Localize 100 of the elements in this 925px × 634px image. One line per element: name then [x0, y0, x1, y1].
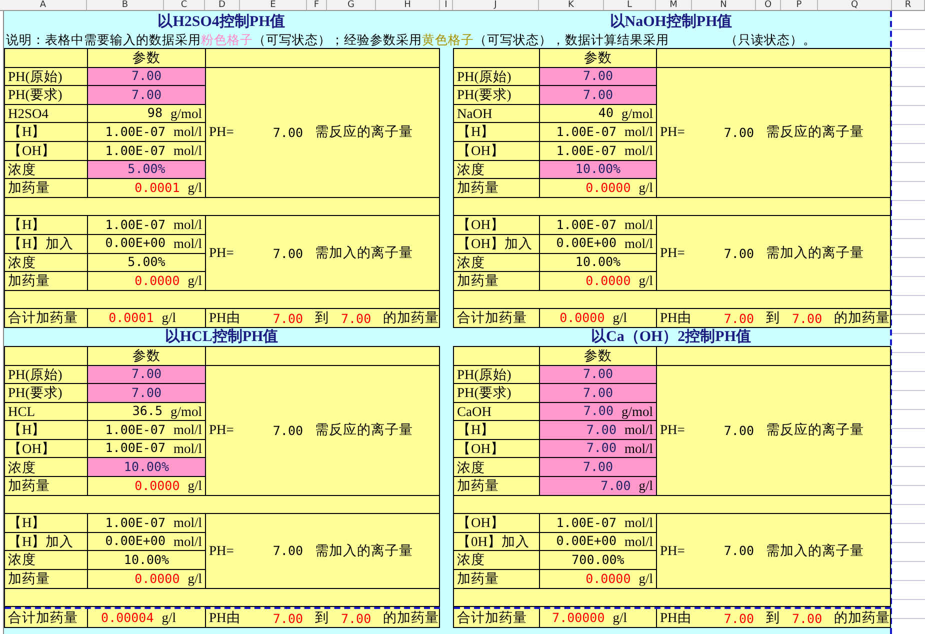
sheet-title: 以NaOH控制PH值: [608, 12, 734, 30]
sheet-title: 以Ca（OH）2控制PH值: [590, 327, 752, 346]
table-cell: 1.00E-07 mol/l: [540, 514, 657, 533]
ph-value: 7.00: [272, 543, 303, 558]
table-cell: 0.00E+00 mol/l: [88, 532, 206, 552]
column-header[interactable]: D: [205, 0, 240, 10]
table-cell: 1.00E-07 mol/l: [540, 216, 657, 235]
ph-value: 7.00: [792, 610, 822, 626]
cell-note: 的加药量: [834, 609, 890, 628]
formula-label: PH=: [660, 542, 686, 559]
table-cell: 0.0000 g/l: [88, 272, 206, 291]
row-label: 【H】: [454, 123, 540, 142]
table-cell: 0.0000 g/l: [540, 570, 657, 589]
table-cell: 1.00E-07 mol/l: [88, 123, 206, 142]
column-header[interactable]: M: [656, 0, 692, 10]
row-label: HCL: [5, 402, 88, 422]
formula-label: PH=: [209, 542, 235, 559]
table-cell: 0.0001 g/l: [88, 179, 206, 198]
column-header[interactable]: I: [440, 0, 453, 10]
row-label: 合计加药量: [454, 309, 540, 328]
row-label: 【OH】: [454, 216, 540, 235]
cell-note: 需反应的离子量: [766, 123, 864, 142]
table-cell: 0.00004 g/l: [88, 609, 206, 628]
table-cell[interactable]: 7.00: [88, 86, 206, 105]
column-header[interactable]: B: [87, 0, 164, 10]
row-label: 【H】: [5, 421, 88, 440]
table-cell[interactable]: 7.00: [88, 384, 206, 403]
table-cell: 5.00%: [88, 254, 206, 272]
row-label: 合计加药量: [454, 609, 540, 628]
table-cell[interactable]: 7.00 g/mol: [540, 402, 657, 422]
cell-note: 需反应的离子量: [766, 421, 864, 440]
table-cell[interactable]: 7.00: [540, 366, 657, 384]
column-header[interactable]: J: [453, 0, 539, 10]
column-header[interactable]: P: [781, 0, 818, 10]
column-header[interactable]: G: [327, 0, 376, 10]
row-label: 【H】: [5, 123, 88, 142]
column-header[interactable]: N: [692, 0, 756, 10]
ph-value: 7.00: [341, 610, 372, 626]
table-cell[interactable]: 7.00 mol/l: [540, 421, 657, 440]
ph-value: 7.00: [792, 310, 822, 326]
cell-note: 需加入的离子量: [315, 542, 413, 560]
column-header[interactable]: K: [539, 0, 604, 10]
table-cell: 700.00%: [540, 551, 657, 570]
ph-value: 7.00: [272, 610, 303, 626]
table-cell: 0.00E+00 mol/l: [540, 532, 657, 552]
sheet-title: 以H2SO4控制PH值: [156, 12, 286, 30]
table-cell[interactable]: 7.00: [540, 68, 657, 86]
table-cell[interactable]: 7.00: [540, 384, 657, 403]
row-label: 浓度: [454, 551, 540, 570]
table-cell: 1.00E-07 mol/l: [88, 216, 206, 235]
row-label: 【H】: [5, 514, 88, 533]
table-cell: 0.00E+00 mol/l: [540, 234, 657, 254]
ph-value: 7.00: [272, 124, 303, 140]
row-label: 加药量: [5, 179, 88, 198]
row-label: 浓度: [5, 254, 88, 272]
table-cell[interactable]: 10.00%: [540, 160, 657, 180]
row-label: 【H】加入: [5, 234, 88, 254]
table-cell: 0.0000 g/l: [540, 272, 657, 291]
cell-note: 到: [315, 309, 329, 328]
table-cell[interactable]: 5.00%: [88, 160, 206, 180]
column-header[interactable]: E: [240, 0, 307, 10]
row-label: 【OH】: [454, 514, 540, 533]
column-header[interactable]: A: [0, 0, 87, 10]
table-cell[interactable]: 7.00: [540, 458, 657, 478]
table-cell: 1.00E-07 mol/l: [88, 421, 206, 440]
column-header[interactable]: O: [756, 0, 781, 10]
column-header[interactable]: H: [376, 0, 440, 10]
row-label: 【OH】: [5, 440, 88, 458]
formula-label: PH=: [209, 245, 235, 262]
formula-label: PH由: [660, 609, 692, 628]
ph-value: 7.00: [272, 310, 303, 326]
cell-note: 到: [315, 609, 329, 628]
formula-label: PH=: [660, 245, 686, 262]
sheet-title: 以HCL控制PH值: [164, 327, 280, 346]
table-cell[interactable]: 7.00: [540, 86, 657, 105]
table-cell: 1.00E-07 mol/l: [540, 123, 657, 142]
table-cell[interactable]: 10.00%: [88, 458, 206, 478]
formula-label: PH由: [209, 609, 242, 628]
column-header[interactable]: Q: [818, 0, 892, 10]
formula-label: PH由: [209, 309, 242, 328]
table-cell[interactable]: 7.00 mol/l: [540, 440, 657, 458]
table-cell[interactable]: 7.00 g/l: [540, 477, 657, 496]
table-cell[interactable]: 7.00: [88, 68, 206, 86]
table-cell[interactable]: 7.00: [88, 366, 206, 384]
row-label: 加药量: [5, 477, 88, 496]
ph-value: 7.00: [722, 543, 754, 558]
column-header[interactable]: L: [604, 0, 656, 10]
row-label: 【H】: [5, 216, 88, 235]
cell-note: 需加入的离子量: [315, 244, 413, 262]
table-cell: 0.0001 g/l: [88, 309, 206, 328]
row-label: 【H】加入: [5, 532, 88, 552]
column-header[interactable]: R: [892, 0, 925, 10]
formula-label: PH=: [209, 124, 235, 140]
row-label: 【0H】加入: [454, 532, 540, 552]
row-label: 加药量: [454, 179, 540, 198]
column-header[interactable]: F: [307, 0, 327, 10]
cell-note: 到: [766, 309, 780, 328]
cell-note: 需反应的离子量: [315, 123, 413, 142]
column-header[interactable]: C: [164, 0, 205, 10]
row-label: 加药量: [5, 570, 88, 589]
